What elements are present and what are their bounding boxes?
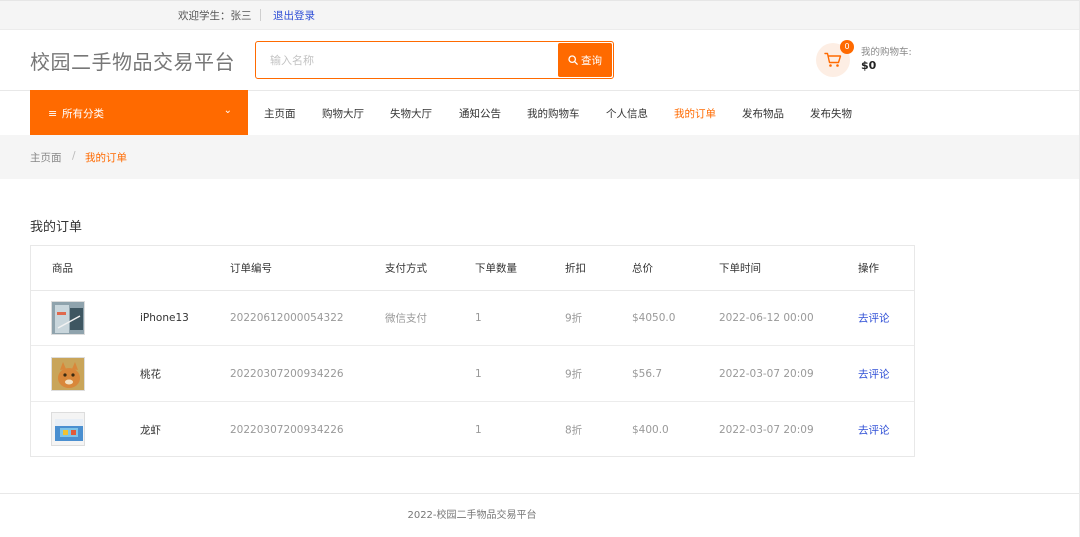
- cart-count-badge: 0: [840, 40, 854, 54]
- breadcrumb: 主页面 / 我的订单: [0, 135, 1080, 179]
- logout-link[interactable]: 退出登录: [273, 8, 315, 23]
- order-discount: 9折: [565, 368, 583, 381]
- divider: [260, 9, 261, 21]
- order-number: 20220612000054322: [230, 312, 344, 324]
- review-link[interactable]: 去评论: [858, 422, 890, 437]
- search-input[interactable]: [257, 43, 557, 77]
- header: 校园二手物品交易平台 查询 0 我的购物车: $0: [0, 30, 1080, 90]
- breadcrumb-home-link[interactable]: 主页面: [30, 150, 62, 165]
- order-discount: 9折: [565, 312, 583, 325]
- search-box: 查询: [255, 41, 614, 79]
- order-number: 20220307200934226: [230, 368, 344, 380]
- search-button[interactable]: 查询: [558, 43, 612, 77]
- review-link[interactable]: 去评论: [858, 367, 890, 382]
- column-header-product: 商品: [52, 262, 73, 275]
- site-title: 校园二手物品交易平台: [30, 50, 235, 74]
- nav-item-notices[interactable]: 通知公告: [459, 106, 501, 121]
- hamburger-icon: ≡: [48, 107, 58, 120]
- footer-copyright: 2022-校园二手物品交易平台: [407, 510, 537, 521]
- table-header: 商品 订单编号 支付方式 下单数量 折扣 总价 下单时间 操作: [31, 246, 914, 291]
- cart-icon: [824, 52, 842, 67]
- top-bar: 欢迎学生：张三 退出登录: [0, 0, 1080, 30]
- column-header-total: 总价: [632, 262, 653, 275]
- welcome-text: 欢迎学生：张三: [178, 10, 252, 22]
- footer-divider: [0, 493, 1080, 494]
- nav-item-publish-item[interactable]: 发布物品: [742, 106, 784, 121]
- order-quantity: 1: [475, 423, 482, 436]
- table-row: 桃花 20220307200934226 1 9折 $56.7 2022-03-…: [31, 347, 914, 402]
- all-categories-button[interactable]: ≡ 所有分类 ⌄: [30, 90, 248, 136]
- product-name[interactable]: iPhone13: [140, 312, 189, 324]
- table-row: iPhone13 20220612000054322 微信支付 1 9折 $40…: [31, 291, 914, 346]
- page-title: 我的订单: [30, 220, 83, 235]
- product-thumbnail[interactable]: [51, 412, 85, 446]
- order-quantity: 1: [475, 312, 482, 324]
- main-nav: ≡ 所有分类 ⌄ 主页面 购物大厅 失物大厅 通知公告 我的购物车 个人信息 我…: [0, 90, 1080, 136]
- breadcrumb-separator: /: [72, 150, 76, 162]
- order-number: 20220307200934226: [230, 423, 344, 436]
- payment-method: 微信支付: [385, 312, 427, 325]
- order-discount: 8折: [565, 424, 583, 436]
- nav-item-shopping-hall[interactable]: 购物大厅: [322, 106, 364, 121]
- product-name[interactable]: 龙虾: [140, 422, 161, 437]
- search-icon: [568, 55, 578, 65]
- product-name[interactable]: 桃花: [140, 367, 161, 382]
- search-button-label: 查询: [581, 54, 602, 67]
- nav-item-my-orders[interactable]: 我的订单: [674, 106, 716, 121]
- nav-item-lost-hall[interactable]: 失物大厅: [390, 106, 432, 121]
- all-categories-label: 所有分类: [62, 108, 104, 120]
- column-header-payment: 支付方式: [385, 262, 427, 275]
- table-row: 龙虾 20220307200934226 1 8折 $400.0 2022-03…: [31, 402, 914, 457]
- column-header-discount: 折扣: [565, 262, 586, 275]
- column-header-quantity: 下单数量: [475, 262, 517, 275]
- cart-button[interactable]: 0: [816, 40, 854, 77]
- nav-item-profile[interactable]: 个人信息: [606, 106, 648, 121]
- column-header-action: 操作: [858, 262, 879, 275]
- orders-table: 商品 订单编号 支付方式 下单数量 折扣 总价 下单时间 操作 iPhone13…: [30, 245, 915, 457]
- review-link[interactable]: 去评论: [858, 311, 890, 326]
- order-total: $400.0: [632, 423, 669, 436]
- nav-item-my-cart[interactable]: 我的购物车: [527, 106, 580, 121]
- column-header-order-no: 订单编号: [230, 262, 272, 275]
- order-time: 2022-06-12 00:00: [719, 312, 814, 324]
- nav-item-publish-lost[interactable]: 发布失物: [810, 106, 852, 121]
- product-thumbnail[interactable]: [51, 357, 85, 391]
- cart-amount: $0: [861, 59, 877, 72]
- breadcrumb-current: 我的订单: [85, 152, 127, 164]
- order-time: 2022-03-07 20:09: [719, 368, 814, 380]
- column-header-time: 下单时间: [719, 262, 761, 275]
- order-quantity: 1: [475, 368, 482, 380]
- order-time: 2022-03-07 20:09: [719, 423, 814, 436]
- chevron-down-icon: ⌄: [223, 105, 232, 116]
- order-total: $4050.0: [632, 312, 676, 324]
- cart-label: 我的购物车:: [861, 47, 912, 58]
- nav-item-home[interactable]: 主页面: [264, 106, 296, 121]
- product-thumbnail[interactable]: [51, 301, 85, 335]
- order-total: $56.7: [632, 368, 663, 380]
